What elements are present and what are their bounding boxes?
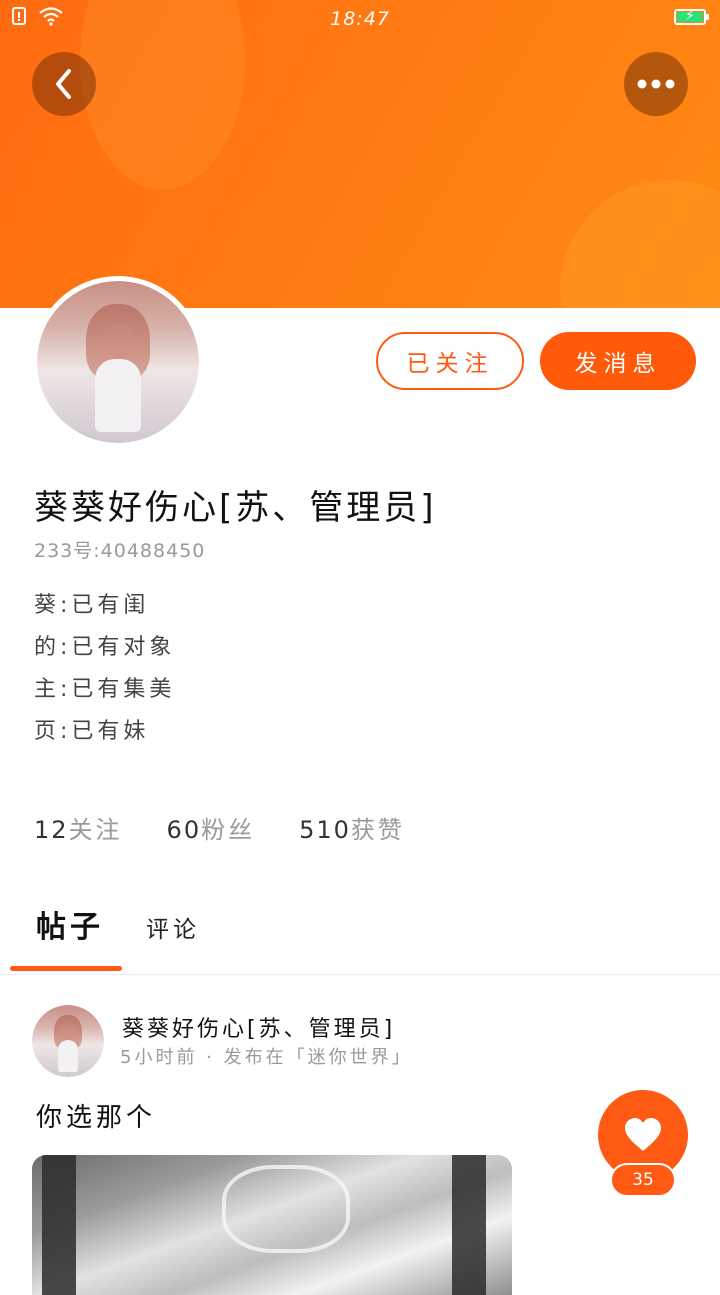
back-button[interactable] bbox=[32, 52, 96, 116]
stat-likes-label: 获赞 bbox=[350, 816, 405, 844]
like-count: 35 bbox=[610, 1163, 676, 1197]
stat-followers-count: 60 bbox=[166, 816, 202, 844]
profile-username: 葵葵好伤心[苏、管理员] bbox=[34, 488, 437, 528]
status-bar: 18:47 ⚡ bbox=[0, 0, 720, 36]
avatar-image bbox=[37, 281, 199, 443]
battery-charging-icon: ⚡ bbox=[674, 8, 709, 25]
following-button[interactable]: 已关注 bbox=[376, 332, 524, 390]
chevron-left-icon bbox=[56, 69, 71, 99]
stat-followers-label: 粉丝 bbox=[201, 816, 256, 844]
more-horizontal-icon bbox=[637, 79, 675, 89]
bio-line: 的:已有对象 bbox=[34, 635, 176, 660]
post-author-avatar[interactable] bbox=[32, 1005, 104, 1077]
bio-line: 页:已有妹 bbox=[34, 719, 150, 744]
stat-likes: 510获赞 bbox=[299, 810, 405, 845]
status-time: 18:47 bbox=[330, 8, 390, 30]
post-text: 你选那个 bbox=[36, 1103, 157, 1133]
more-options-button[interactable] bbox=[624, 52, 688, 116]
image-detail bbox=[452, 1155, 486, 1295]
post-author-name[interactable]: 葵葵好伤心[苏、管理员] bbox=[122, 1011, 395, 1043]
stat-following-count: 12 bbox=[34, 816, 69, 844]
bio-line: 葵:已有闺 bbox=[34, 593, 150, 618]
banner-decoration bbox=[560, 180, 720, 308]
stat-following[interactable]: 12关注 bbox=[34, 810, 123, 845]
heart-icon bbox=[625, 1118, 661, 1151]
profile-bio: 葵:已有闺 的:已有对象 主:已有集美 页:已有妹 bbox=[34, 588, 175, 756]
active-tab-indicator bbox=[10, 966, 122, 971]
stat-likes-count: 510 bbox=[299, 816, 351, 844]
profile-header-banner: 18:47 ⚡ bbox=[0, 0, 720, 308]
tab-posts[interactable]: 帖子 bbox=[36, 902, 104, 946]
profile-uid: 233号:40488450 bbox=[34, 540, 206, 562]
bio-line: 主:已有集美 bbox=[34, 677, 176, 702]
profile-tabs: 帖子 评论 bbox=[0, 896, 720, 975]
send-message-button[interactable]: 发消息 bbox=[540, 332, 696, 390]
tab-comments[interactable]: 评论 bbox=[146, 910, 200, 944]
post-meta: 5小时前 · 发布在「迷你世界」 bbox=[120, 1047, 413, 1068]
stat-following-label: 关注 bbox=[68, 816, 123, 844]
stat-followers[interactable]: 60粉丝 bbox=[167, 810, 256, 845]
post-image[interactable] bbox=[32, 1155, 512, 1295]
image-detail bbox=[222, 1165, 350, 1253]
profile-avatar[interactable] bbox=[32, 276, 204, 448]
profile-stats: 12关注 60粉丝 510获赞 bbox=[34, 810, 405, 845]
image-detail bbox=[42, 1155, 76, 1295]
avatar-image bbox=[32, 1005, 104, 1077]
